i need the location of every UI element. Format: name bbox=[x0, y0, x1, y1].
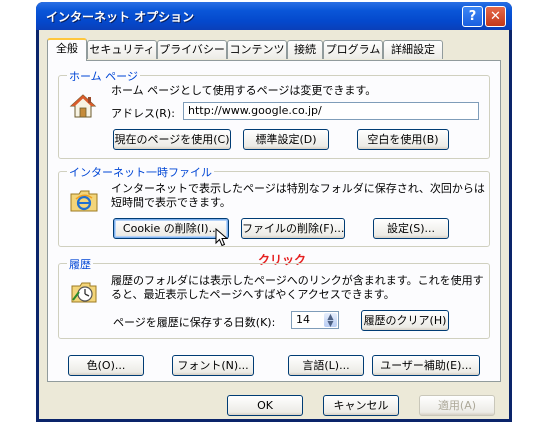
colors-button[interactable]: 色(O)... bbox=[68, 355, 144, 376]
temp-files-settings-button[interactable]: 設定(S)... bbox=[373, 218, 449, 239]
tab-security[interactable]: セキュリティ bbox=[87, 40, 157, 59]
home-page-description: ホーム ページとして使用するページは変更できます。 bbox=[111, 84, 377, 97]
general-tab-panel: ホーム ページ ホーム ページとして使用するページは変更できます。 アドレス(R… bbox=[47, 60, 501, 382]
tab-connections[interactable]: 接続 bbox=[287, 40, 323, 59]
accessibility-button[interactable]: ユーザー補助(E)... bbox=[372, 355, 480, 376]
delete-cookies-button[interactable]: Cookie の削除(I)... bbox=[113, 218, 229, 239]
mouse-cursor-icon bbox=[215, 227, 229, 251]
history-days-spinner[interactable]: 14 ▲ ▼ bbox=[291, 311, 339, 329]
ie-folder-icon bbox=[69, 186, 99, 217]
title-bar[interactable]: インターネット オプション ? ✕ bbox=[36, 2, 512, 30]
apply-button[interactable]: 適用(A) bbox=[419, 395, 495, 416]
cancel-button[interactable]: キャンセル bbox=[323, 395, 399, 416]
home-house-icon bbox=[69, 92, 97, 123]
history-days-value: 14 bbox=[296, 313, 310, 326]
internet-options-window: インターネット オプション ? ✕ 全般 セキュリティ プライバシー コンテンツ… bbox=[36, 2, 512, 422]
home-address-input[interactable]: http://www.google.co.jp/ bbox=[183, 102, 479, 120]
use-default-button[interactable]: 標準設定(D) bbox=[243, 129, 329, 150]
window-title: インターネット オプション bbox=[46, 10, 195, 24]
tab-programs[interactable]: プログラム bbox=[323, 40, 383, 59]
history-group: 履歴 履歴のフォルダには表示したページへのリンクが含まれます。これを使用す ると… bbox=[58, 256, 490, 339]
use-current-page-button[interactable]: 現在のページを使用(C) bbox=[113, 129, 231, 150]
address-label: アドレス(R): bbox=[111, 107, 175, 120]
delete-files-button[interactable]: ファイルの削除(F)... bbox=[241, 218, 345, 239]
temp-files-group: インターネット一時ファイル インターネットで表示したページは特別なフォルダに保存… bbox=[58, 164, 490, 247]
dialog-client-area: 全般 セキュリティ プライバシー コンテンツ 接続 プログラム 詳細設定 ホーム… bbox=[39, 30, 509, 419]
history-days-label: ページを履歴に保存する日数(K): bbox=[113, 316, 276, 329]
clear-history-button[interactable]: 履歴のクリア(H) bbox=[361, 310, 449, 331]
tab-privacy[interactable]: プライバシー bbox=[157, 40, 227, 59]
history-description-2: ると、最近表示したページへすばやくアクセスできます。 bbox=[111, 288, 395, 301]
history-group-label: 履歴 bbox=[67, 256, 93, 272]
ok-button[interactable]: OK bbox=[227, 395, 303, 416]
temp-files-group-label: インターネット一時ファイル bbox=[67, 164, 214, 180]
tab-content[interactable]: コンテンツ bbox=[227, 40, 287, 59]
use-blank-button[interactable]: 空白を使用(B) bbox=[357, 129, 449, 150]
languages-button[interactable]: 言語(L)... bbox=[288, 355, 364, 376]
fonts-button[interactable]: フォント(N)... bbox=[172, 355, 254, 376]
history-clock-icon bbox=[69, 276, 99, 309]
tab-advanced[interactable]: 詳細設定 bbox=[383, 40, 443, 59]
temp-files-description-2: 短時間で表示できます。 bbox=[111, 196, 231, 209]
close-button[interactable]: ✕ bbox=[485, 6, 506, 27]
spinner-arrows-icon[interactable]: ▲ ▼ bbox=[324, 313, 337, 328]
home-page-group: ホーム ページ ホーム ページとして使用するページは変更できます。 アドレス(R… bbox=[58, 68, 490, 159]
tab-general[interactable]: 全般 bbox=[47, 38, 87, 61]
help-button[interactable]: ? bbox=[462, 6, 483, 27]
